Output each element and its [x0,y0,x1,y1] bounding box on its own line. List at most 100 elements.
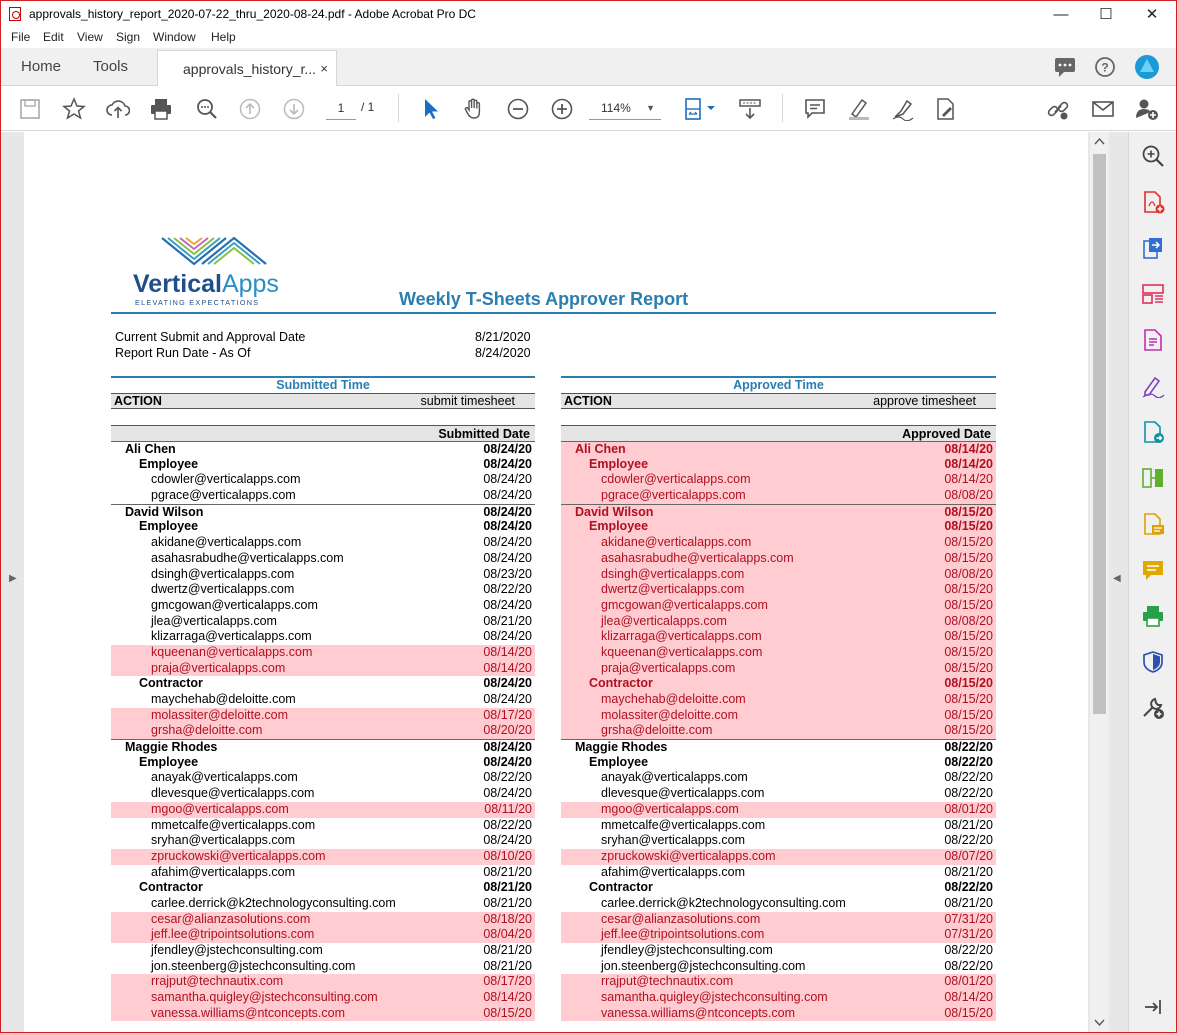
chevron-down-icon: ▼ [646,103,655,113]
submitted-action-bar: ACTION submit timesheet [111,393,535,409]
row-date: 08/21/20 [483,613,532,628]
page-number-input[interactable]: 1 [326,96,356,120]
table-row: zpruckowski@verticalapps.com 08/07/20 [561,848,996,865]
comment-icon[interactable] [1141,558,1165,582]
zoom-in-icon[interactable] [550,97,574,121]
chat-icon[interactable] [1053,56,1077,78]
menu-sign[interactable]: Sign [116,30,140,44]
organize-pages-icon[interactable] [1141,282,1165,306]
expand-panel-icon[interactable] [1141,995,1165,1019]
row-date: 08/08/20 [944,566,993,581]
row-email: asahasrabudhe@verticalapps.com [601,550,794,565]
row-email: gmcgowan@verticalapps.com [151,597,318,612]
tab-document[interactable]: approvals_history_r... × [157,50,337,87]
row-date: 08/01/20 [944,801,993,816]
table-row: praja@verticalapps.com 08/15/20 [561,660,996,677]
scroll-up-icon[interactable] [1094,136,1105,146]
sign-icon[interactable] [891,97,915,121]
next-page-icon[interactable] [282,97,306,121]
row-email: zpruckowski@verticalapps.com [601,848,776,863]
create-pdf-icon[interactable] [1141,190,1165,214]
menu-view[interactable]: View [77,30,103,44]
table-row: grsha@deloitte.com 08/15/20 [561,723,996,740]
print-production-icon[interactable] [1141,604,1165,628]
share-link-icon[interactable] [1046,97,1070,121]
row-date: 08/14/20 [483,990,532,1005]
scroll-mode-icon[interactable] [738,97,762,121]
highlight-pen-icon[interactable] [847,97,871,121]
row-date: 08/08/20 [944,488,993,503]
maximize-button[interactable]: ☐ [1083,1,1129,28]
find-zoom-icon[interactable] [195,97,219,121]
row-group: Employee [589,754,649,769]
export-pdf-icon[interactable] [1141,236,1165,260]
account-icon[interactable] [1134,54,1160,80]
select-cursor-icon[interactable] [419,97,443,121]
hand-icon[interactable] [462,97,486,121]
table-row: anayak@verticalapps.com 08/22/20 [111,770,535,786]
left-navigation-strip[interactable]: ▶ [1,132,24,1032]
close-button[interactable]: ✕ [1129,1,1175,28]
row-group: Contractor [139,880,203,895]
menu-edit[interactable]: Edit [43,30,64,44]
table-row: David Wilson 08/15/20 [561,503,996,520]
table-row: klizarraga@verticalapps.com 08/24/20 [111,629,535,645]
collapse-right-pane-icon[interactable]: ◀ [1113,573,1121,584]
row-email: vanessa.williams@ntconcepts.com [151,1005,346,1020]
table-row: Employee 08/24/20 [111,519,535,535]
tab-bar: Home Tools approvals_history_r... × ? [1,48,1176,87]
minimize-button[interactable]: — [1038,1,1084,28]
protect-shield-icon[interactable] [1141,650,1165,674]
comment-icon[interactable] [803,97,827,121]
bookmark-star-icon[interactable] [62,97,86,121]
row-group: Contractor [139,676,203,691]
row-group: Employee [139,519,199,534]
help-icon[interactable]: ? [1094,56,1116,78]
prev-page-icon[interactable] [238,97,262,121]
tab-document-label: approvals_history_r... [183,61,317,77]
row-date: 08/15/20 [944,597,993,612]
zoom-select[interactable]: 114% ▼ [589,96,661,120]
fill-sign-icon[interactable] [934,97,958,121]
vertical-scrollbar[interactable] [1090,132,1109,1032]
search-zoom-icon[interactable] [1141,144,1165,168]
row-email: cesar@alianzasolutions.com [601,911,761,926]
save-icon[interactable] [18,97,42,121]
table-row: Employee 08/15/20 [561,519,996,536]
menu-file[interactable]: File [11,30,30,44]
table-row: afahim@verticalapps.com 08/21/20 [111,865,535,881]
row-email: anayak@verticalapps.com [601,770,748,785]
row-email: jfendley@jstechconsulting.com [601,943,773,957]
scroll-down-icon[interactable] [1094,1018,1105,1028]
table-row: Employee 08/22/20 [561,755,996,771]
tab-close-icon[interactable]: × [320,51,328,87]
email-icon[interactable] [1091,97,1115,121]
fit-page-icon[interactable] [684,97,718,121]
table-row: Contractor 08/24/20 [111,676,535,692]
right-pane-toggle-strip[interactable]: ◀ [1109,132,1128,1032]
print-icon[interactable] [149,97,173,121]
tab-tools[interactable]: Tools [93,48,128,86]
acrobat-window: approvals_history_report_2020-07-22_thru… [0,0,1177,1033]
sticky-note-icon[interactable] [1141,512,1165,536]
send-review-icon[interactable] [1141,420,1165,444]
pdf-page: VerticalApps ELEVATING EXPECTATIONS Week… [24,132,1088,1032]
expand-left-pane-icon[interactable]: ▶ [9,573,17,584]
menu-help[interactable]: Help [211,30,236,44]
menu-window[interactable]: Window [153,30,196,44]
add-user-icon[interactable] [1135,97,1159,121]
approved-section-title: Approved Time [561,376,996,393]
fill-sign-icon[interactable] [1141,374,1165,398]
compare-icon[interactable] [1141,466,1165,490]
scrollbar-thumb[interactable] [1093,154,1106,714]
row-email: anayak@verticalapps.com [151,770,298,785]
upload-cloud-icon[interactable] [106,97,130,121]
row-email: dwertz@verticalapps.com [601,582,745,597]
tab-home[interactable]: Home [21,48,61,86]
document-area[interactable]: ▶ VerticalApps ELEVATING EXPECTATIONS We… [1,132,1128,1032]
edit-pdf-icon[interactable] [1141,328,1165,352]
row-date: 08/24/20 [483,597,532,612]
more-tools-icon[interactable] [1141,696,1165,720]
zoom-out-icon[interactable] [506,97,530,121]
verticalapps-logo: VerticalApps ELEVATING EXPECTATIONS [133,236,279,307]
